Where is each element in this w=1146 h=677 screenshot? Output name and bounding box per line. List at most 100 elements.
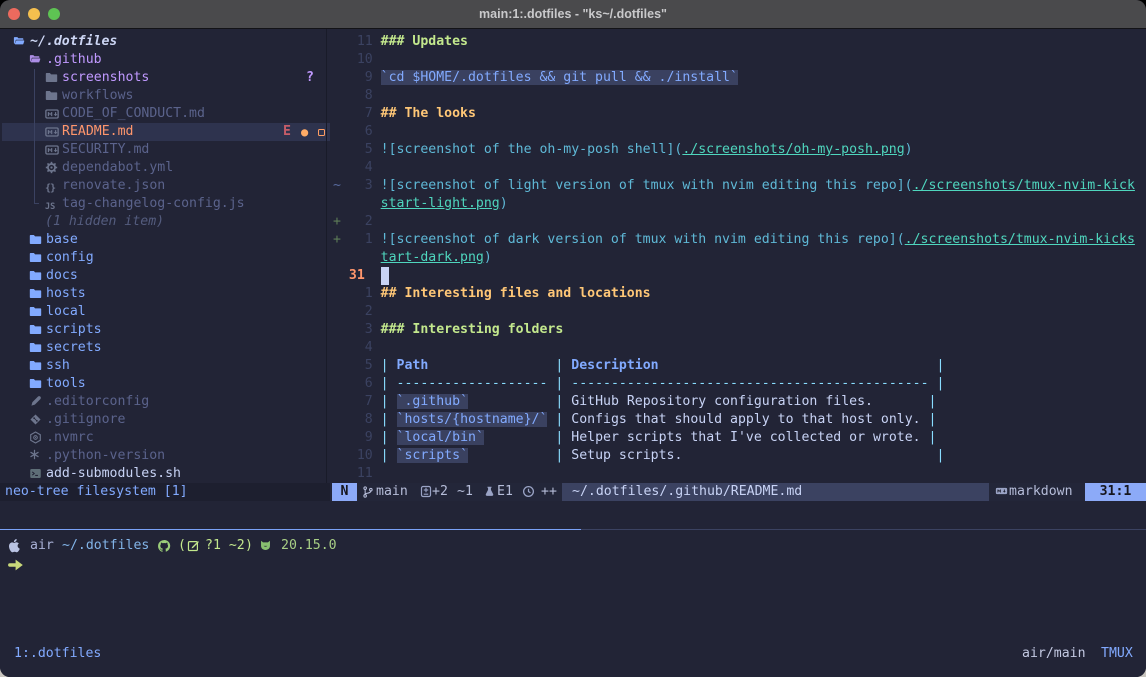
gitsign-none <box>333 52 349 67</box>
pane-border <box>581 529 1146 530</box>
folder-icon <box>45 71 59 85</box>
line-number: 5 <box>349 142 381 157</box>
tree-item-readme.md[interactable]: README.mdE● <box>0 123 330 141</box>
gitsign-none <box>333 124 349 139</box>
editor-line-7[interactable]: 7 | `.github` | GitHub Repository config… <box>333 393 936 411</box>
editor-line-2[interactable]: 2 <box>333 303 381 321</box>
tree-item-.python-version[interactable]: .python-version <box>0 447 330 465</box>
tree-item-dependabot.yml[interactable]: dependabot.yml <box>0 159 330 177</box>
editor-text: | <box>929 430 937 445</box>
editor-text: | <box>381 412 397 427</box>
tmux-window-name[interactable]: 1:.dotfiles <box>14 645 101 663</box>
line-number <box>349 196 381 211</box>
git-untracked-icon: ? <box>306 69 314 87</box>
shell-icon <box>29 467 43 481</box>
mode-indicator: N <box>332 483 357 501</box>
tree-item-scripts[interactable]: scripts <box>0 321 330 339</box>
gitsign-none <box>333 376 349 391</box>
editor-line-3[interactable]: 3 ### Interesting folders <box>333 321 563 339</box>
editor-text: | <box>936 448 944 463</box>
zoom-button[interactable] <box>48 8 60 20</box>
gitsign-none <box>333 430 349 445</box>
gitsign-none <box>333 394 349 409</box>
tree-item-label: tag-changelog-config.js <box>62 195 245 213</box>
prompt-git-open: ( <box>178 537 186 555</box>
tree-item-docs[interactable]: docs <box>0 267 330 285</box>
editor-text: tart-dark.png <box>381 250 484 265</box>
editor-line-7[interactable]: 7 ## The looks <box>333 105 476 123</box>
line-number: 3 <box>349 322 381 337</box>
tree-item-.editorconfig[interactable]: .editorconfig <box>0 393 330 411</box>
tree-item-ssh[interactable]: ssh <box>0 357 330 375</box>
tree-item--1-hidden-item-[interactable]: (1 hidden item) <box>0 213 330 231</box>
minimize-button[interactable] <box>28 8 40 20</box>
line-number: 7 <box>349 394 381 409</box>
tree-item-local[interactable]: local <box>0 303 330 321</box>
github-icon <box>157 539 171 553</box>
tree-item-tag-changelog-config.js[interactable]: JStag-changelog-config.js <box>0 195 330 213</box>
editor-line-4[interactable]: 4 <box>333 339 381 357</box>
editor-line-8[interactable]: 8 <box>333 87 381 105</box>
tmux-session-name: air/main <box>1022 645 1086 663</box>
tree-item-workflows[interactable]: workflows <box>0 87 330 105</box>
tree-item-config[interactable]: config <box>0 249 330 267</box>
editor-line-1[interactable]: + 1 ![screenshot of dark version of tmux… <box>333 231 1135 249</box>
editor-line-9[interactable]: 9 | `local/bin` | Helper scripts that I'… <box>333 429 937 447</box>
gitsign-none <box>333 88 349 103</box>
git-diff-added: +2 <box>432 483 448 501</box>
git-unstaged-icon <box>318 129 325 136</box>
editor-text: ./screenshots/tmux-nvim-kicks <box>905 232 1135 247</box>
gitsign-none <box>333 448 349 463</box>
titlebar[interactable]: main:1:.dotfiles - "ks~/.dotfiles" <box>0 0 1146 29</box>
editor-line-9[interactable]: 9 `cd $HOME/.dotfiles && git pull && ./i… <box>333 69 738 87</box>
editor-line-2[interactable]: + 2 <box>333 213 381 231</box>
close-button[interactable] <box>8 8 20 20</box>
tree-item-.nvmrc[interactable]: .nvmrc <box>0 429 330 447</box>
editor-line-wrap[interactable]: start-light.png) <box>333 195 508 213</box>
editor-line-10[interactable]: 10 <box>333 51 381 69</box>
editor-line-5[interactable]: 5 ![screenshot of the oh-my-posh shell](… <box>333 141 913 159</box>
editor-text: | <box>381 358 397 373</box>
editor-line-6[interactable]: 6 <box>333 123 381 141</box>
folder-open-icon <box>29 53 43 67</box>
tree-item-add-submodules.sh[interactable]: add-submodules.sh <box>0 465 330 483</box>
editor-line-wrap[interactable]: tart-dark.png) <box>333 249 492 267</box>
editor-line-1[interactable]: 1 ## Interesting files and locations <box>333 285 651 303</box>
editor-text: | <box>381 394 397 409</box>
editor-text: Helper scripts that I've collected or wr… <box>571 430 920 445</box>
tree-item-label: scripts <box>46 321 102 339</box>
editor-line-11[interactable]: 11 <box>333 465 381 483</box>
tree-item-secrets[interactable]: secrets <box>0 339 330 357</box>
tree-item--.dotfiles[interactable]: ~/.dotfiles <box>0 33 330 51</box>
tree-item-base[interactable]: base <box>0 231 330 249</box>
editor-line-5[interactable]: 5 | Path | Description | <box>333 357 944 375</box>
editor-line-31[interactable]: 31 <box>333 267 381 285</box>
tree-item-.gitignore[interactable]: .gitignore <box>0 411 330 429</box>
line-number: 7 <box>349 106 381 121</box>
tree-item-label: ~/.dotfiles <box>30 33 117 51</box>
gitsign-none <box>333 268 349 283</box>
terminal-window: main:1:.dotfiles - "ks~/.dotfiles" ~/.do… <box>0 0 1146 677</box>
editor-line-3[interactable]: ~ 3 ![screenshot of light version of tmu… <box>333 177 1135 195</box>
tree-item-tools[interactable]: tools <box>0 375 330 393</box>
editor-line-4[interactable]: 4 <box>333 159 381 177</box>
tree-item-label: .editorconfig <box>46 393 149 411</box>
tree-item-label: workflows <box>62 87 133 105</box>
tree-item-hosts[interactable]: hosts <box>0 285 330 303</box>
tree-item-label: CODE_OF_CONDUCT.md <box>62 105 205 123</box>
tree-item-label: screenshots <box>62 69 149 87</box>
clock-icon <box>522 485 536 499</box>
editor-line-6[interactable]: 6 | ------------------- | --------------… <box>333 375 944 393</box>
tree-item-code-of-conduct.md[interactable]: CODE_OF_CONDUCT.md <box>0 105 330 123</box>
tree-item-screenshots[interactable]: screenshots? <box>0 69 330 87</box>
editor-line-10[interactable]: 10 | `scripts` | Setup scripts. | <box>333 447 944 465</box>
prompt-input-line[interactable] <box>0 555 1146 573</box>
apple-icon <box>7 538 21 552</box>
diamond-icon <box>29 413 43 427</box>
tree-item-.github[interactable]: .github <box>0 51 330 69</box>
tree-item-renovate.json[interactable]: {}renovate.json <box>0 177 330 195</box>
editor-text: | <box>555 412 571 427</box>
editor-line-8[interactable]: 8 | `hosts/{hostname}/` | Configs that s… <box>333 411 937 429</box>
tree-item-security.md[interactable]: SECURITY.md <box>0 141 330 159</box>
editor-line-11[interactable]: 11 ### Updates <box>333 33 468 51</box>
